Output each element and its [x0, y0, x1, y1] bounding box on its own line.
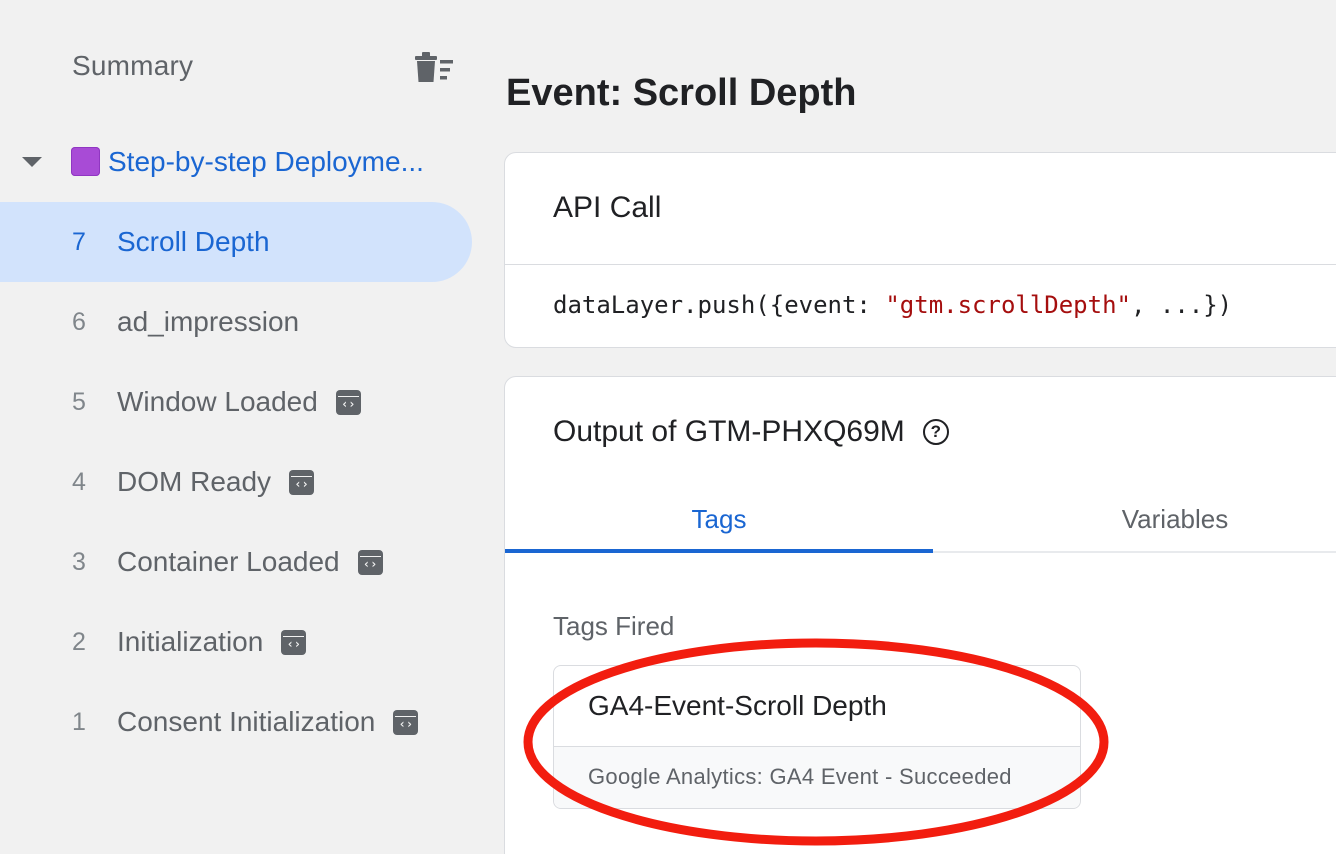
event-list: 7 Scroll Depth 6 ad_impression 5 Window … [0, 202, 502, 762]
code-badge-icon: ‹› [289, 469, 315, 495]
code-badge-icon: ‹› [281, 629, 307, 655]
event-number: 2 [72, 627, 86, 656]
event-item-scroll-depth[interactable]: 7 Scroll Depth [0, 202, 472, 282]
event-item-window-loaded[interactable]: 5 Window Loaded ‹› [0, 362, 472, 442]
api-call-code: dataLayer.push({event: "gtm.scrollDepth"… [553, 291, 1233, 319]
container-color-square-icon [71, 147, 100, 176]
output-card: Output of GTM-PHXQ69M ? Tags Variables T… [504, 376, 1336, 854]
code-badge-icon: ‹› [357, 549, 383, 575]
event-label: Container Loaded ‹› [117, 546, 383, 578]
summary-label[interactable]: Summary [72, 50, 193, 82]
tab-variables[interactable]: Variables [961, 485, 1336, 553]
tags-fired-heading: Tags Fired [553, 611, 675, 641]
event-item-dom-ready[interactable]: 4 DOM Ready ‹› [0, 442, 472, 522]
event-number: 3 [72, 547, 86, 576]
event-item-initialization[interactable]: 2 Initialization ‹› [0, 602, 472, 682]
event-number: 4 [72, 467, 86, 496]
container-row[interactable]: Step-by-step Deployme... [0, 138, 470, 188]
event-number: 7 [72, 227, 86, 256]
event-label: ad_impression [117, 306, 300, 337]
api-call-title: API Call [553, 191, 662, 224]
active-tab-indicator [505, 549, 933, 553]
summary-row[interactable]: Summary [72, 46, 462, 86]
card-divider [505, 264, 1336, 265]
event-item-ad-impression[interactable]: 6 ad_impression [0, 282, 472, 362]
code-badge-icon: ‹› [335, 389, 361, 415]
main-panel: Event: Scroll Depth API Call dataLayer.p… [502, 0, 1336, 854]
event-label: Scroll Depth [117, 226, 270, 257]
event-number: 1 [72, 707, 86, 736]
event-label: Window Loaded ‹› [117, 386, 361, 418]
help-icon[interactable]: ? [922, 419, 949, 445]
tab-tags[interactable]: Tags [505, 485, 933, 553]
code-badge-icon: ‹› [393, 709, 419, 735]
page-title: Event: Scroll Depth [506, 72, 857, 114]
sidebar: Summary Step-by-step Deployme... 7 Scrol… [0, 0, 502, 854]
container-name[interactable]: Step-by-step Deployme... [108, 146, 458, 178]
event-label: DOM Ready ‹› [117, 466, 315, 498]
output-title: Output of GTM-PHXQ69M ? [553, 415, 949, 449]
event-label: Consent Initialization ‹› [117, 706, 419, 738]
event-number: 5 [72, 387, 86, 416]
clear-all-icon[interactable] [412, 48, 456, 84]
tag-name: GA4-Event-Scroll Depth [588, 690, 887, 721]
caret-down-icon[interactable] [22, 157, 42, 167]
tag-card-ga4-event-scroll-depth[interactable]: GA4-Event-Scroll Depth Google Analytics:… [553, 665, 1081, 809]
tag-status: Google Analytics: GA4 Event - Succeeded [588, 764, 1012, 789]
event-item-container-loaded[interactable]: 3 Container Loaded ‹› [0, 522, 472, 602]
event-label: Initialization ‹› [117, 626, 307, 658]
event-item-consent-initialization[interactable]: 1 Consent Initialization ‹› [0, 682, 472, 762]
tag-divider [554, 746, 1080, 747]
api-call-card: API Call dataLayer.push({event: "gtm.scr… [504, 152, 1336, 348]
event-number: 6 [72, 307, 86, 336]
output-tabs: Tags Variables [505, 485, 1336, 553]
tag-assistant-app: Summary Step-by-step Deployme... 7 Scrol… [0, 0, 1336, 854]
